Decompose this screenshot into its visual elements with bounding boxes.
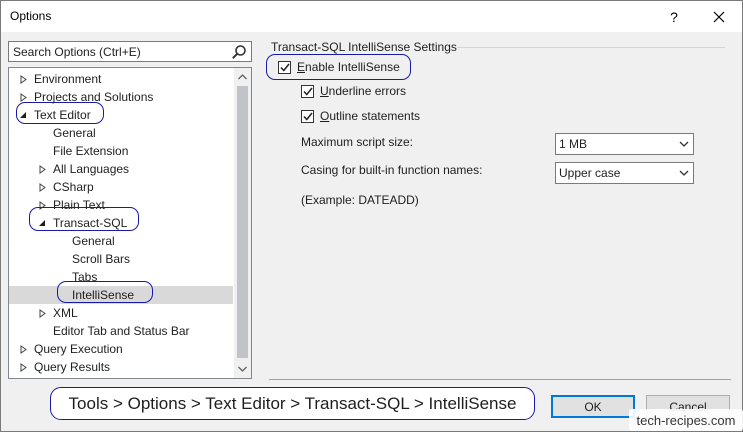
- outline-statements-checkbox[interactable]: Outline statements: [301, 108, 420, 124]
- tree-item[interactable]: File Extension: [9, 142, 233, 160]
- options-dialog: Options ? Query Results Query Execution Ed…: [0, 0, 743, 432]
- outline-statements-label[interactable]: Outline statements: [320, 109, 420, 123]
- checkmark-icon: [302, 87, 313, 96]
- example-text: (Example: DATEADD): [301, 193, 419, 207]
- search-icon[interactable]: [231, 44, 247, 60]
- search-input[interactable]: [9, 42, 229, 61]
- tree-item-label: Query Results: [34, 360, 111, 374]
- collapsed-arrow-icon[interactable]: [36, 178, 48, 196]
- tree-item-label: XML: [53, 306, 78, 320]
- chevron-down-icon: [238, 366, 247, 372]
- casing-value: Upper case: [559, 166, 621, 180]
- collapsed-arrow-icon[interactable]: [36, 304, 48, 322]
- tree-item-label: Environment: [34, 72, 102, 86]
- text-editor-highlight: [16, 102, 104, 124]
- collapsed-arrow-icon[interactable]: [17, 70, 29, 88]
- help-button[interactable]: ?: [651, 1, 697, 32]
- close-icon: [713, 11, 725, 22]
- tree-item-label: General: [53, 126, 96, 140]
- checkmark-icon: [302, 112, 313, 121]
- tree-item[interactable]: Environment: [9, 70, 233, 88]
- max-script-size-select[interactable]: 1 MB: [555, 133, 694, 155]
- tree-item-label: CSharp: [53, 180, 94, 194]
- underline-errors-label[interactable]: Underline errors: [320, 84, 406, 98]
- ok-button[interactable]: OK: [551, 395, 635, 418]
- scroll-thumb[interactable]: [237, 86, 248, 358]
- casing-label: Casing for built-in function names:: [301, 163, 483, 177]
- tree-item[interactable]: All Languages: [9, 160, 233, 178]
- tree-item-label: Scroll Bars: [72, 252, 131, 266]
- collapsed-arrow-icon[interactable]: [17, 340, 29, 358]
- tree-item-label: General: [72, 234, 115, 248]
- search-options-box[interactable]: [8, 41, 252, 62]
- tree-item-label: File Extension: [53, 144, 129, 158]
- navigation-path-annotation: Tools > Options > Text Editor > Transact…: [50, 387, 535, 420]
- tree-item[interactable]: Editor Tab and Status Bar: [9, 322, 233, 340]
- tree-scrollbar[interactable]: [234, 68, 251, 378]
- group-divider: [457, 47, 725, 48]
- tree-item-label: Editor Tab and Status Bar: [53, 324, 190, 338]
- tree-item[interactable]: XML: [9, 304, 233, 322]
- tree-item[interactable]: General: [9, 232, 233, 250]
- footer-divider: [269, 379, 731, 380]
- tree-item[interactable]: Scroll Bars: [9, 250, 233, 268]
- chevron-down-icon: [679, 141, 689, 147]
- enable-intellisense-highlight: [266, 54, 411, 80]
- tree-item[interactable]: Query Results: [9, 358, 233, 376]
- settings-group-title: Transact-SQL IntelliSense Settings: [271, 40, 457, 54]
- underline-errors-checkbox[interactable]: Underline errors: [301, 83, 406, 99]
- tree-item[interactable]: CSharp: [9, 178, 233, 196]
- collapsed-arrow-icon[interactable]: [17, 358, 29, 376]
- checkbox-box[interactable]: [301, 84, 314, 98]
- scroll-down-button[interactable]: [234, 360, 251, 377]
- max-script-size-value: 1 MB: [559, 137, 588, 151]
- window-title: Options: [10, 9, 52, 23]
- scroll-up-button[interactable]: [234, 68, 251, 85]
- tree-item[interactable]: General: [9, 124, 233, 142]
- chevron-down-icon: [679, 170, 689, 176]
- tree-item-label: All Languages: [53, 162, 130, 176]
- transact-sql-highlight: [29, 207, 139, 231]
- watermark: tech-recipes.com: [629, 409, 743, 431]
- max-script-size-label: Maximum script size:: [301, 135, 414, 149]
- chevron-up-icon: [238, 73, 247, 79]
- checkbox-box[interactable]: [301, 109, 314, 123]
- collapsed-arrow-icon[interactable]: [36, 160, 48, 178]
- intellisense-highlight: [57, 281, 153, 303]
- casing-select[interactable]: Upper case: [555, 162, 694, 184]
- tree-item-label: Query Execution: [34, 342, 123, 356]
- tree-item[interactable]: Query Execution: [9, 340, 233, 358]
- close-button[interactable]: [696, 1, 742, 32]
- title-bar: Options ?: [1, 1, 742, 32]
